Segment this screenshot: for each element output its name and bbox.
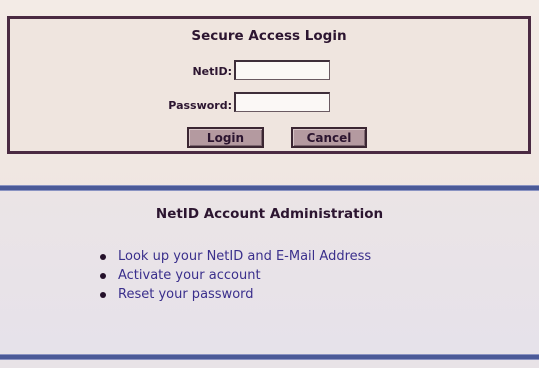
section-divider-bottom [0, 354, 539, 360]
netid-input[interactable] [234, 60, 330, 80]
password-input[interactable] [234, 92, 330, 112]
bullet-icon [100, 273, 106, 279]
activate-account-link[interactable]: Activate your account [118, 268, 261, 283]
list-item: Reset your password [98, 285, 371, 304]
lookup-netid-link[interactable]: Look up your NetID and E-Mail Address [118, 249, 371, 264]
bullet-icon [100, 292, 106, 298]
list-item: Activate your account [98, 266, 371, 285]
login-button[interactable]: Login [187, 127, 264, 148]
list-item: Look up your NetID and E-Mail Address [98, 247, 371, 266]
admin-link-list: Look up your NetID and E-Mail Address Ac… [98, 247, 371, 304]
page: Secure Access Login NetID: Password: Log… [0, 0, 539, 368]
admin-title: NetID Account Administration [155, 206, 384, 222]
netid-label: NetID: [192, 65, 232, 78]
login-panel: Secure Access Login NetID: Password: Log… [7, 16, 531, 154]
reset-password-link[interactable]: Reset your password [118, 287, 254, 302]
account-admin-section: NetID Account Administration Look up you… [0, 191, 539, 353]
bullet-icon [100, 254, 106, 260]
login-title: Secure Access Login [191, 28, 347, 44]
password-label: Password: [168, 99, 232, 112]
cancel-button[interactable]: Cancel [291, 127, 367, 148]
